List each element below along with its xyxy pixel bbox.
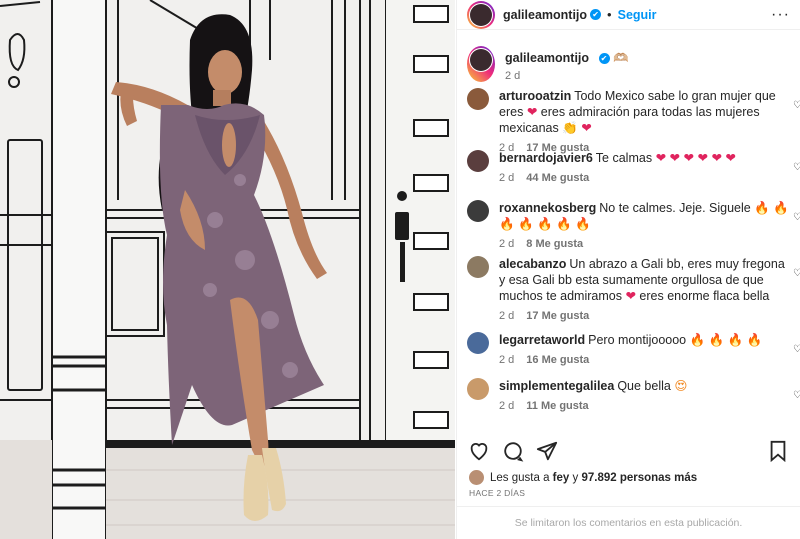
comment-text: Pero montijooooo bbox=[588, 333, 687, 347]
comment-like-heart-icon[interactable]: ♡ bbox=[793, 344, 800, 355]
commenter-avatar[interactable] bbox=[467, 332, 489, 354]
commenter-avatar[interactable] bbox=[467, 88, 489, 110]
commenter-avatar[interactable] bbox=[467, 378, 489, 400]
comment-emoji: 🔥 bbox=[708, 332, 725, 347]
likes-summary[interactable]: Les gusta a fey y 97.892 personas más bbox=[469, 470, 697, 485]
comment-emoji: 🔥 bbox=[499, 216, 515, 231]
caption-row: galileamontijo ✔ 🫶🏼 2 d bbox=[457, 36, 800, 82]
comment-like-heart-icon[interactable]: ♡ bbox=[793, 212, 800, 223]
comment-emoji: ❤ bbox=[711, 150, 722, 165]
comment-like-heart-icon[interactable]: ♡ bbox=[793, 390, 800, 401]
comment-username[interactable]: simplementegalilea bbox=[499, 379, 614, 393]
comment-emoji: 🔥 bbox=[689, 332, 706, 347]
liker-username[interactable]: fey bbox=[553, 472, 570, 484]
caption-time: 2 d bbox=[505, 70, 521, 82]
comment-time: 2 d bbox=[499, 238, 515, 250]
commenter-avatar[interactable] bbox=[467, 200, 489, 222]
comment-likes[interactable]: 8 Me gusta bbox=[526, 238, 583, 250]
verified-icon: ✔ bbox=[598, 53, 610, 65]
comment-emoji: ❤ bbox=[725, 150, 736, 165]
comment-like-heart-icon[interactable]: ♡ bbox=[793, 268, 800, 279]
comment-emoji: 🔥 bbox=[746, 332, 763, 347]
avatar bbox=[470, 49, 492, 71]
comment-emoji: 🔥 bbox=[727, 332, 744, 347]
photo-illustration bbox=[0, 0, 455, 539]
follow-button[interactable]: Seguir bbox=[618, 8, 657, 22]
caption-emojis: 🫶🏼 bbox=[613, 50, 629, 65]
comment-time: 2 d bbox=[499, 172, 515, 184]
comment-time: 2 d bbox=[499, 310, 515, 322]
comment-like-heart-icon[interactable]: ♡ bbox=[793, 100, 800, 111]
post-date[interactable]: HACE 2 DÍAS bbox=[469, 488, 525, 498]
comment-likes[interactable]: 16 Me gusta bbox=[526, 354, 589, 366]
comment-emoji: 🔥 bbox=[518, 216, 534, 231]
comment-emoji: 😍 bbox=[674, 378, 688, 393]
comment-text: Que bella bbox=[617, 379, 671, 393]
post-side-panel: galileamontijo ✔ • Seguir ··· galileamon… bbox=[456, 0, 800, 539]
comment-time: 2 d bbox=[499, 400, 515, 412]
comment-row: arturooatzin Todo Mexico sabe lo gran muj… bbox=[457, 88, 800, 154]
more-options-icon[interactable]: ··· bbox=[771, 6, 790, 24]
comment-likes[interactable]: 11 Me gusta bbox=[526, 400, 588, 412]
comment-text: Te calmas bbox=[595, 151, 653, 165]
comment-emoji: 🔥 bbox=[537, 216, 553, 231]
post-username[interactable]: galileamontijo bbox=[503, 8, 587, 22]
comment-emoji: 🔥 bbox=[754, 200, 770, 215]
comments-list[interactable]: galileamontijo ✔ 🫶🏼 2 d arturooatzin Todo… bbox=[457, 36, 800, 428]
comment-username[interactable]: alecabanzo bbox=[499, 257, 566, 271]
likes-conjunction: y bbox=[572, 471, 579, 484]
comment-row: legarretaworld Pero montijooooo 🔥 🔥 🔥 🔥 2 … bbox=[457, 332, 800, 366]
comment-row: alecabanzo Un abrazo a Gali bb, eres muy … bbox=[457, 256, 800, 322]
comment-icon[interactable] bbox=[501, 439, 525, 463]
bookmark-icon[interactable] bbox=[766, 439, 790, 463]
comment-emoji: ❤ bbox=[683, 150, 694, 165]
comment-likes[interactable]: 17 Me gusta bbox=[526, 310, 589, 322]
comment-emoji: 🔥 bbox=[575, 216, 591, 231]
heart-icon[interactable] bbox=[467, 439, 491, 463]
comment-likes[interactable]: 44 Me gusta bbox=[526, 172, 589, 184]
likes-count[interactable]: 97.892 personas más bbox=[581, 472, 697, 484]
comment-emoji: ❤ bbox=[526, 104, 538, 119]
separator-dot: • bbox=[607, 7, 612, 22]
comment-text: No te calmes. Jeje. Siguele bbox=[599, 201, 751, 215]
commenter-avatar[interactable] bbox=[467, 150, 489, 172]
liker-avatar bbox=[469, 470, 484, 485]
verified-icon: ✔ bbox=[590, 9, 602, 20]
avatar bbox=[470, 3, 492, 26]
story-ring[interactable] bbox=[467, 0, 495, 29]
comment-emoji: ❤ bbox=[625, 288, 636, 303]
comment-emoji: 👏 bbox=[562, 120, 578, 135]
caption-username[interactable]: galileamontijo bbox=[505, 51, 589, 65]
post-header: galileamontijo ✔ • Seguir ··· bbox=[457, 0, 800, 30]
comment-like-heart-icon[interactable]: ♡ bbox=[793, 162, 800, 173]
comment-row: simplementegalilea Que bella 😍 2 d 11 Me gu… bbox=[457, 378, 800, 412]
comment-text: eres enorme flaca bella bbox=[639, 289, 770, 303]
comment-emoji: 🔥 bbox=[556, 216, 572, 231]
comment-emoji: ❤ bbox=[655, 150, 667, 165]
comment-emoji: ❤ bbox=[669, 150, 681, 165]
comment-emoji: 🔥 bbox=[773, 200, 789, 215]
comment-time: 2 d bbox=[499, 354, 515, 366]
comment-emoji: ❤ bbox=[581, 120, 592, 135]
comment-username[interactable]: arturooatzin bbox=[499, 89, 571, 103]
likes-prefix: Les gusta a bbox=[490, 471, 550, 484]
comment-username[interactable]: roxannekosberg bbox=[499, 201, 596, 215]
comment-emoji: ❤ bbox=[697, 150, 708, 165]
comment-text: eres admiración para todas las mujeres m… bbox=[499, 105, 760, 135]
share-icon[interactable] bbox=[535, 439, 559, 463]
commenter-avatar[interactable] bbox=[467, 256, 489, 278]
post-photo[interactable] bbox=[0, 0, 455, 539]
comment-username[interactable]: bernardojavier6 bbox=[499, 151, 593, 165]
action-bar bbox=[457, 437, 800, 465]
comment-row: bernardojavier6 Te calmas ❤ ❤ ❤ ❤ ❤ ❤ 2 d 4… bbox=[457, 150, 800, 184]
comments-closed-notice: Se limitaron los comentarios en esta pub… bbox=[457, 506, 800, 539]
comment-row: roxannekosberg No te calmes. Jeje. Siguel… bbox=[457, 200, 800, 250]
comment-username[interactable]: legarretaworld bbox=[499, 333, 585, 347]
